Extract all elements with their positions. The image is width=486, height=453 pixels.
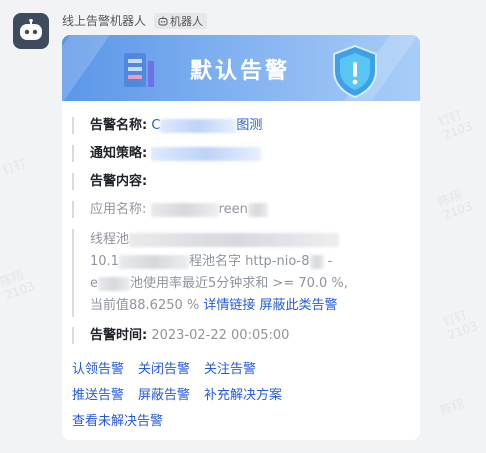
- message-line-1-prefix: 线程池: [90, 232, 130, 247]
- block-alert-button[interactable]: 屏蔽告警: [138, 384, 190, 410]
- banner-title: 默认告警: [190, 59, 291, 84]
- action-links: 认领告警 关闭告警 关注告警 推送告警 屏蔽告警 补充解决方案 查看未解决告警: [72, 358, 282, 436]
- close-alert-button[interactable]: 关闭告警: [138, 358, 190, 384]
- alert-message-field: 线程池 10.1 程池名字 http-nio-8 - e 池使用率最近5分钟求和 >…: [72, 229, 412, 317]
- action-row: 推送告警 屏蔽告警 补充解决方案: [72, 384, 282, 410]
- alert-time-field: 告警时间: 2023-02-22 00:05:00: [72, 327, 412, 344]
- redacted-text: [129, 232, 340, 247]
- shield-warning-icon: [333, 44, 377, 99]
- block-similar-link[interactable]: 屏蔽此类告警: [260, 298, 338, 313]
- watermark: 钉钉 2103: [441, 307, 480, 343]
- alert-card: 默认告警 告警名称: C 图测 通知策略: 告警内容: 应用名称: reen 线…: [62, 35, 420, 440]
- message-line-4: 当前值88.6250 % 详情链接 屏蔽此类告警: [90, 295, 412, 317]
- action-row: 查看未解决告警: [72, 410, 282, 436]
- redacted-text: [98, 276, 130, 291]
- card-banner: 默认告警: [62, 35, 420, 101]
- push-alert-button[interactable]: 推送告警: [72, 384, 124, 410]
- message-line-3: e 池使用率最近5分钟求和 >= 70.0 %,: [90, 273, 412, 295]
- robot-small-icon: [158, 16, 168, 25]
- watermark: 陈翔: [438, 396, 466, 418]
- watermark: 陈翔 2103: [0, 267, 37, 303]
- redacted-text: [150, 202, 219, 217]
- message-line-2-fragment: http-nio-8: [245, 254, 310, 269]
- policy-field: 通知策略:: [72, 145, 412, 162]
- message-line-1: 线程池: [90, 229, 412, 251]
- redacted-text: [247, 202, 268, 217]
- action-row: 认领告警 关闭告警 关注告警: [72, 358, 282, 384]
- robot-icon: [20, 19, 42, 40]
- alert-name-field: 告警名称: C 图测: [72, 117, 412, 134]
- app-name-field: 应用名称: reen: [72, 201, 412, 218]
- view-unresolved-alerts-button[interactable]: 查看未解决告警: [72, 410, 163, 436]
- alert-content: 告警名称: C 图测 通知策略: 告警内容: 应用名称: reen 线程池 10.…: [72, 117, 412, 344]
- redacted-text: [160, 118, 237, 133]
- alert-name-value-suffix: 图测: [236, 118, 263, 133]
- watermark: 钉钉: [0, 156, 28, 178]
- claim-alert-button[interactable]: 认领告警: [72, 358, 124, 384]
- detail-link[interactable]: 详情链接: [203, 298, 255, 313]
- alert-time-label: 告警时间:: [90, 328, 148, 343]
- redacted-text: [151, 146, 262, 161]
- alert-time-value: 2023-02-22 00:05:00: [151, 328, 290, 343]
- sender-row: 线上告警机器人 机器人: [62, 12, 208, 29]
- redacted-text: [118, 254, 189, 269]
- bot-tag-label: 机器人: [170, 14, 204, 28]
- message-line-3-text: 池使用率最近5分钟求和 >= 70.0 %,: [130, 276, 348, 291]
- redacted-text: [309, 254, 324, 269]
- message-line-2: 10.1 程池名字 http-nio-8 -: [90, 251, 412, 273]
- bot-avatar[interactable]: [13, 13, 49, 49]
- message-line-2-middle: 程池名字: [188, 254, 241, 269]
- sender-name[interactable]: 线上告警机器人: [62, 12, 146, 29]
- alert-name-value[interactable]: C 图测: [151, 118, 262, 133]
- content-label: 告警内容:: [90, 174, 148, 189]
- watermark: 钉钉 2103: [436, 107, 475, 143]
- app-name-label: 应用名称:: [90, 202, 147, 217]
- message-line-2-end: -: [327, 254, 333, 269]
- bot-tag: 机器人: [154, 12, 208, 29]
- content-field: 告警内容:: [72, 173, 412, 190]
- add-solution-button[interactable]: 补充解决方案: [204, 384, 282, 410]
- policy-label: 通知策略:: [90, 146, 148, 161]
- app-name-fragment: reen: [218, 202, 248, 217]
- alert-name-label: 告警名称:: [90, 118, 148, 133]
- message-line-3-prefix: e: [90, 276, 98, 291]
- alert-name-value-prefix: C: [151, 118, 161, 133]
- message-line-2-prefix: 10.1: [90, 254, 119, 269]
- message-line-4-text: 当前值88.6250 %: [90, 298, 200, 313]
- server-stack-icon: [124, 53, 154, 87]
- follow-alert-button[interactable]: 关注告警: [204, 358, 256, 384]
- watermark: 陈翔 2103: [436, 187, 475, 223]
